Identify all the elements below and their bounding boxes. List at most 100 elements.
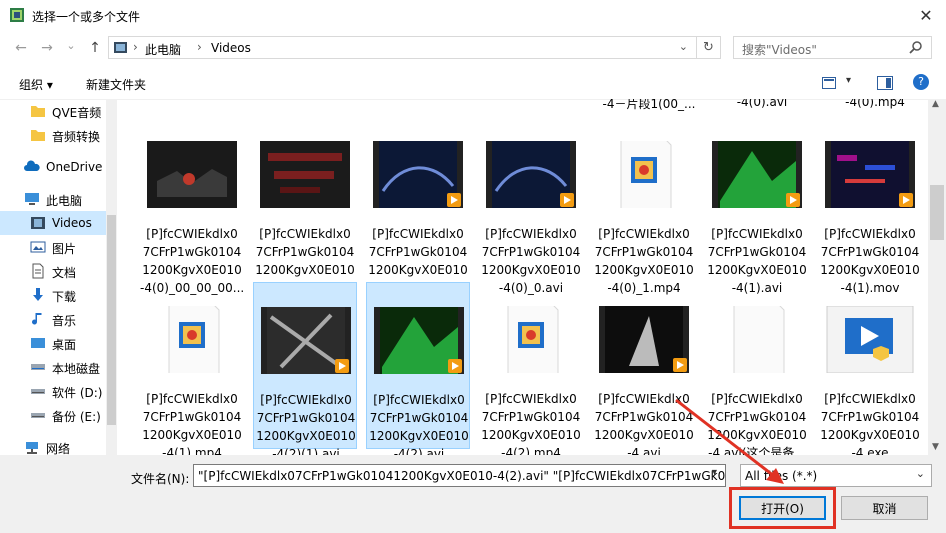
up-button[interactable]: ↑ <box>86 39 104 57</box>
sidebar-item-videos[interactable]: Videos <box>0 211 106 235</box>
sidebar-item-desktop[interactable]: 桌面 <box>0 331 106 355</box>
breadcrumb-videos[interactable]: Videos <box>211 41 251 55</box>
sidebar-item-label: 本地磁盘 <box>52 362 101 376</box>
sidebar-item-onedrive[interactable]: OneDrive <box>0 155 106 179</box>
sidebar-item-label: 下载 <box>52 290 77 304</box>
video-thumbnail <box>261 307 351 374</box>
file-name: [P]fcCWIEkdlx0 7CFrP1wGk0104 1200KgvX0E0… <box>256 393 356 455</box>
video-thumbnail <box>712 141 802 208</box>
file-item[interactable]: [P]fcCWIEkdlx0 7CFrP1wGk0104 1200KgvX0E0… <box>592 117 696 295</box>
file-item[interactable]: [P]fcCWIEkdlx0 7CFrP1wGk0104 1200KgvX0E0… <box>366 117 470 295</box>
computer-icon <box>25 193 39 205</box>
forward-button[interactable]: → <box>38 39 56 57</box>
search-box[interactable]: 搜索"Videos" <box>733 36 932 59</box>
preview-pane-icon[interactable] <box>877 76 893 90</box>
sidebar-item-drive-e[interactable]: 备份 (E:) <box>0 403 106 427</box>
view-options-icon[interactable] <box>822 77 836 89</box>
drive-icon <box>31 364 45 370</box>
sidebar-item-label: 音乐 <box>52 314 77 328</box>
address-bar[interactable]: › 此电脑 › Videos ⌄ <box>108 36 697 59</box>
sidebar-item-network[interactable]: 网络 <box>0 435 106 455</box>
video-thumbnail <box>373 141 463 208</box>
file-item[interactable]: [P]fcCWIEkdlx0 7CFrP1wGk0104 1200KgvX0E0… <box>705 282 809 455</box>
window-title: 选择一个或多个文件 <box>32 10 141 24</box>
navigation-pane: QVE音频 音频转换 OneDrive 此电脑 Videos 图片 文档 下载 … <box>0 99 117 455</box>
new-folder-button[interactable]: 新建文件夹 <box>86 76 146 93</box>
sidebar-item-pictures[interactable]: 图片 <box>0 235 106 259</box>
chevron-down-icon: ⌄ <box>915 467 925 480</box>
forward-arrow-icon: → <box>41 40 53 56</box>
sidebar-item-this-pc[interactable]: 此电脑 <box>0 187 106 211</box>
search-icon <box>909 41 922 54</box>
file-item[interactable]: [P]fcCWIEkdlx0 7CFrP1wGk0104 1200KgvX0E0… <box>140 282 244 455</box>
help-icon[interactable]: ? <box>913 74 929 90</box>
scroll-up-icon[interactable]: ▲ <box>932 99 939 109</box>
file-item[interactable]: [P]fcCWIEkdlx0 7CFrP1wGk0104 1200KgvX0E0… <box>818 282 922 455</box>
sidebar-item-audio-convert[interactable]: 音频转换 <box>0 123 106 147</box>
sidebar-item-label: 此电脑 <box>46 194 83 208</box>
file-list-scrollbar-thumb[interactable] <box>930 185 944 240</box>
video-folder-icon <box>114 42 127 53</box>
close-button[interactable]: ✕ <box>916 5 936 25</box>
file-list-scrollbar[interactable]: ▲ ▼ <box>928 99 946 455</box>
breadcrumb-this-pc[interactable]: 此电脑 <box>145 41 181 58</box>
filename-input[interactable]: "[P]fcCWIEkdlx07CFrP1wGk01041200KgvX0E01… <box>193 464 726 487</box>
cancel-button[interactable]: 取消 <box>841 496 928 520</box>
file-item[interactable]: [P]fcCWIEkdlx0 7CFrP1wGk0104 1200KgvX0E0… <box>592 282 696 455</box>
sidebar-item-drive-d[interactable]: 软件 (D:) <box>0 379 106 403</box>
file-name: [P]fcCWIEkdlx0 7CFrP1wGk0104 1200KgvX0E0… <box>369 393 469 455</box>
file-item[interactable]: [P]fcCWIEkdlx0 7CFrP1wGk0104 1200KgvX0E0… <box>705 117 809 295</box>
sidebar-item-label: 网络 <box>46 442 71 455</box>
chevron-down-icon: ⌄ <box>66 38 76 52</box>
video-thumbnail <box>374 307 464 374</box>
sidebar-item-local-disk[interactable]: 本地磁盘 <box>0 355 106 379</box>
file-item[interactable]: [P]fcCWIEkdlx0 7CFrP1wGk0104 1200KgvX0E0… <box>818 117 922 295</box>
file-name-partial[interactable]: -4－片段1(00_... <box>597 99 701 112</box>
address-dropdown-icon[interactable]: ⌄ <box>679 40 688 53</box>
filetype-select[interactable]: All files (*.*) ⌄ <box>740 464 932 487</box>
file-name-partial[interactable]: -4(0).avi <box>710 99 814 109</box>
file-item[interactable]: [P]fcCWIEkdlx0 7CFrP1wGk0104 1200KgvX0E0… <box>479 117 583 295</box>
video-file-icon <box>620 141 672 208</box>
file-name: [P]fcCWIEkdlx0 7CFrP1wGk0104 1200KgvX0E0… <box>142 392 242 455</box>
close-icon: ✕ <box>919 5 933 25</box>
sidebar-item-label: 备份 (E:) <box>52 410 101 424</box>
file-item[interactable]: [P]fcCWIEkdlx0 7CFrP1wGk0104 1200KgvX0E0… <box>140 117 244 295</box>
file-item[interactable]: [P]fcCWIEkdlx0 7CFrP1wGk0104 1200KgvX0E0… <box>366 282 470 455</box>
navigation-bar: ← → ⌄ ↑ › 此电脑 › Videos ⌄ ↻ 搜索"Videos" <box>0 31 946 65</box>
desktop-icon <box>31 338 45 348</box>
search-placeholder: 搜索"Videos" <box>742 43 817 57</box>
dialog-footer: 文件名(N): "[P]fcCWIEkdlx07CFrP1wGk01041200… <box>0 455 946 533</box>
file-item[interactable]: [P]fcCWIEkdlx0 7CFrP1wGk0104 1200KgvX0E0… <box>253 282 357 455</box>
sidebar-scrollbar-thumb[interactable] <box>107 215 116 425</box>
file-name: [P]fcCWIEkdlx0 7CFrP1wGk0104 1200KgvX0E0… <box>707 392 807 455</box>
sidebar-item-qve-audio[interactable]: QVE音频 <box>0 99 106 123</box>
video-thumbnail <box>825 141 915 208</box>
file-item[interactable]: [P]fcCWIEkdlx0 7CFrP1wGk0104 1200KgvX0E0… <box>253 117 357 295</box>
file-name-partial[interactable]: -4(0).mp4 <box>823 99 927 109</box>
sidebar-item-label: Videos <box>52 216 92 230</box>
sidebar-item-music[interactable]: 音乐 <box>0 307 106 331</box>
installer-icon <box>826 306 914 373</box>
file-item[interactable]: [P]fcCWIEkdlx0 7CFrP1wGk0104 1200KgvX0E0… <box>479 282 583 455</box>
view-dropdown-icon[interactable]: ▾ <box>846 75 851 86</box>
folder-icon <box>31 130 45 141</box>
filename-value: "[P]fcCWIEkdlx07CFrP1wGk01041200KgvX0E01… <box>198 469 726 483</box>
sidebar-item-documents[interactable]: 文档 <box>0 259 106 283</box>
filename-label: 文件名(N): <box>131 472 190 486</box>
video-thumbnail <box>599 306 689 373</box>
sidebar-item-label: 文档 <box>52 266 77 280</box>
drive-icon <box>31 389 45 394</box>
scroll-down-icon[interactable]: ▼ <box>932 442 939 452</box>
sidebar-item-label: 软件 (D:) <box>52 386 103 400</box>
sidebar-item-downloads[interactable]: 下载 <box>0 283 106 307</box>
refresh-button[interactable]: ↻ <box>697 36 721 59</box>
back-arrow-icon: ← <box>15 40 27 56</box>
video-thumbnail <box>486 141 576 208</box>
highlight-box <box>729 487 836 529</box>
file-list: -4－片段1(00_... -4(0).avi -4(0).mp4 [P]fcC… <box>117 99 928 455</box>
recent-locations-button[interactable]: ⌄ <box>62 36 80 54</box>
filename-dropdown-icon[interactable]: ▾ <box>712 467 717 478</box>
back-button[interactable]: ← <box>12 39 30 57</box>
organize-button[interactable]: 组织 ▾ <box>19 76 53 93</box>
